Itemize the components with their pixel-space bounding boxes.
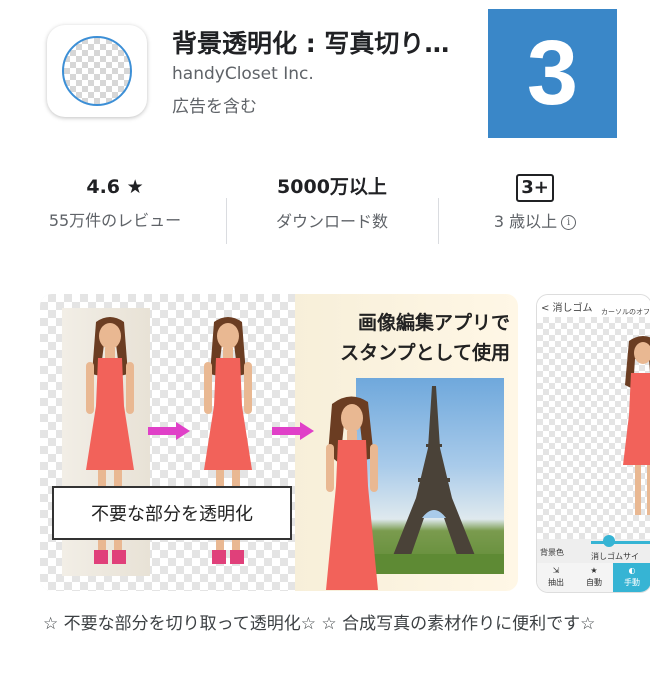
promo-text: 画像編集アプリで スタンプとして使用	[310, 308, 510, 368]
checker-circle-icon	[62, 36, 132, 106]
tab-extract-label: 抽出	[548, 578, 564, 587]
caption-box: 不要な部分を透明化	[52, 486, 292, 540]
arrow-right-icon	[272, 422, 314, 440]
age-rating-text: 3 歳以上	[493, 212, 558, 231]
bg-color-label: 背景色	[540, 548, 564, 557]
rating-label: 55万件のレビュー	[48, 211, 182, 230]
eraser-icon: ◐	[628, 566, 636, 575]
tab-manual: ◐ 手動	[613, 563, 650, 592]
rating-value: 4.6 ★	[86, 176, 144, 198]
info-icon[interactable]: i	[561, 215, 577, 230]
model-figure	[326, 396, 378, 590]
app-title: 背景透明化 : 写真切り…	[172, 29, 450, 58]
editor-tabs: ⇲ 抽出 ★ 自動 ◐ 手動	[537, 563, 650, 592]
age-badge-graphic: 3	[488, 9, 617, 138]
eraser-size-label: 消しゴムサイ	[591, 552, 639, 561]
eraser-size-slider	[591, 541, 650, 544]
tab-extract: ⇲ 抽出	[537, 563, 575, 592]
slider-thumb	[603, 535, 615, 547]
screenshot-1[interactable]: 不要な部分を透明化 画像編集アプリで スタンプとして使用	[40, 294, 518, 591]
stat-divider	[438, 198, 439, 244]
back-label: < 消しゴム	[541, 303, 593, 314]
promo-line-1: 画像編集アプリで	[357, 312, 510, 334]
tab-auto-label: 自動	[586, 578, 602, 587]
model-figure	[623, 336, 650, 515]
downloads-value: 5000万以上	[277, 176, 387, 198]
downloads-label: ダウンロード数	[275, 212, 388, 231]
age-rating-badge: 3+	[516, 174, 554, 202]
arrow-right-icon	[148, 422, 190, 440]
rating-stat[interactable]: 4.6 ★ 55万件のレビュー	[40, 172, 190, 240]
tab-manual-label: 手動	[624, 578, 640, 587]
tab-auto: ★ 自動	[575, 563, 613, 592]
editor-toolbar: 背景色 消しゴムサイ	[537, 535, 650, 563]
promo-line-2: スタンプとして使用	[340, 342, 510, 364]
ads-label: 広告を含む	[172, 97, 257, 117]
app-icon[interactable]	[47, 25, 147, 117]
editor-header: < 消しゴム カーソルのオフ	[537, 295, 650, 317]
developer-link[interactable]: handyCloset Inc.	[172, 64, 314, 84]
star-icon: ★	[590, 566, 598, 575]
age-rating-stat[interactable]: 3+ 3 歳以上 i	[455, 172, 615, 242]
downloads-stat: 5000万以上 ダウンロード数	[242, 172, 422, 242]
header-hint: カーソルのオフ	[601, 308, 650, 316]
extract-icon: ⇲	[552, 566, 560, 575]
screenshot-2[interactable]: < 消しゴム カーソルのオフ 背景色 消しゴムサイ ⇲ 抽出 ★ 自動 ◐ 手動	[536, 294, 650, 593]
app-description: ☆ 不要な部分を切り取って透明化☆ ☆ 合成写真の素材作りに便利です☆	[43, 614, 596, 634]
age-rating-label: 3 歳以上 i	[455, 202, 615, 242]
stat-divider	[226, 198, 227, 244]
